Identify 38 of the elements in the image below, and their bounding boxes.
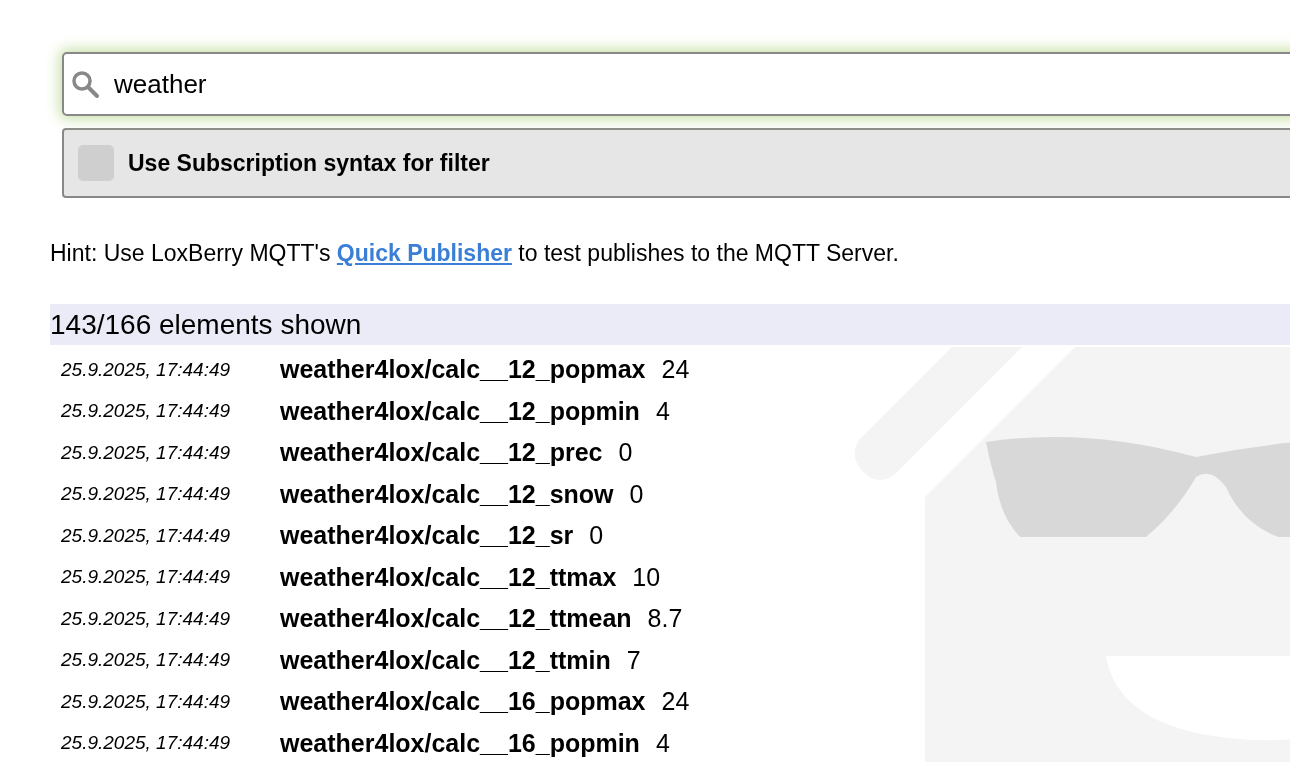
topic-value: 10 (632, 562, 661, 592)
hint-text: Hint: Use LoxBerry MQTT's Quick Publisher to test publishes to the MQTT Server. (50, 239, 900, 268)
sunglasses-icon (986, 437, 1290, 537)
search-icon (70, 69, 100, 99)
timestamp: 25.9.2025, 17:44:49 (60, 441, 232, 464)
topic-name: weather4lox/calc__12_popmin (280, 396, 640, 426)
timestamp: 25.9.2025, 17:44:49 (60, 732, 232, 755)
count-header: 143/166 elements shown (50, 304, 1290, 345)
quick-publisher-link[interactable]: Quick Publisher (336, 240, 512, 266)
topic-name: weather4lox/calc__12_ttmin (280, 645, 611, 675)
topic-value: 24 (661, 355, 690, 385)
subscription-filter-checkbox[interactable]: Use Subscription syntax for filter (62, 128, 1290, 198)
timestamp: 25.9.2025, 17:44:49 (60, 607, 232, 630)
checkbox-label: Use Subscription syntax for filter (128, 149, 490, 177)
topic-name: weather4lox/calc__12_prec (280, 438, 603, 468)
timestamp: 25.9.2025, 17:44:49 (60, 400, 232, 423)
topic-value: 7 (626, 645, 641, 675)
topic-value: 4 (655, 728, 670, 758)
timestamp: 25.9.2025, 17:44:49 (60, 649, 232, 672)
topic-name: weather4lox/calc__16_popmax (280, 687, 646, 717)
timestamp: 25.9.2025, 17:44:49 (60, 566, 232, 589)
topic-value: 0 (618, 438, 633, 468)
topic-name: weather4lox/calc__12_snow (280, 479, 614, 509)
timestamp: 25.9.2025, 17:44:49 (60, 524, 232, 547)
topic-name: weather4lox/calc__12_popmax (280, 355, 646, 385)
topic-name: weather4lox/calc__12_ttmax (280, 562, 617, 592)
topic-value: 24 (661, 687, 690, 717)
topic-value: 0 (629, 479, 644, 509)
topic-value: 8.7 (647, 604, 683, 634)
timestamp: 25.9.2025, 17:44:49 (60, 690, 232, 713)
search-field[interactable]: weather (62, 52, 1290, 116)
topic-name: weather4lox/calc__12_sr (280, 521, 574, 551)
timestamp: 25.9.2025, 17:44:49 (60, 483, 232, 506)
topic-value: 4 (655, 396, 670, 426)
topic-name: weather4lox/calc__16_popmin (280, 728, 640, 758)
timestamp: 25.9.2025, 17:44:49 (60, 358, 232, 381)
topic-name: weather4lox/calc__12_ttmean (280, 604, 632, 634)
topic-value: 0 (589, 521, 604, 551)
